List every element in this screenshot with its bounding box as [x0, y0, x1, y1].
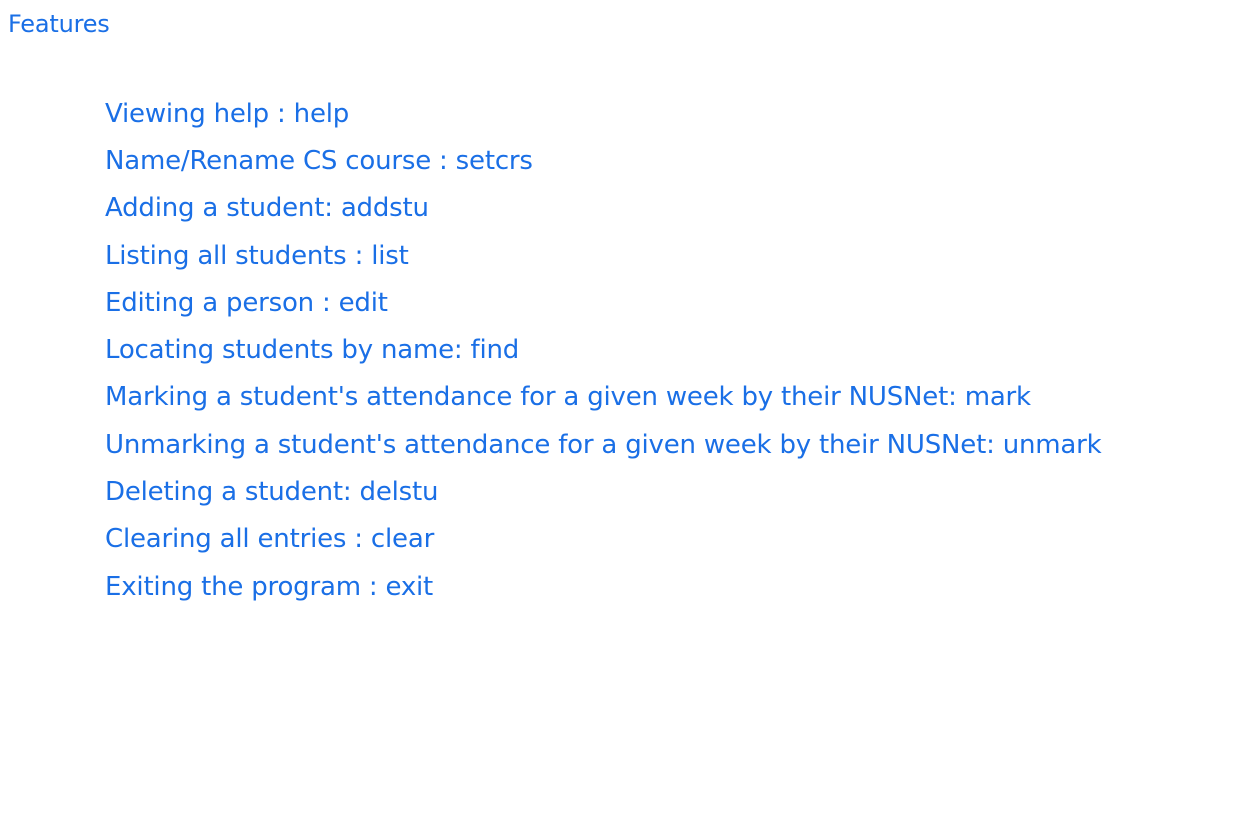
toc-link-mark[interactable]: Marking a student's attendance for a giv…	[105, 381, 1031, 413]
toc-item-edit: Editing a person : edit	[105, 279, 1248, 326]
toc-link-addstu[interactable]: Adding a student: addstu	[105, 192, 429, 224]
toc-link-delstu[interactable]: Deleting a student: delstu	[105, 476, 438, 508]
toc-link-list[interactable]: Listing all students : list	[105, 240, 409, 272]
toc-item-list: Listing all students : list	[105, 232, 1248, 279]
toc-link-find[interactable]: Locating students by name: find	[105, 334, 519, 366]
toc-item-addstu: Adding a student: addstu	[105, 185, 1248, 232]
toc-item-mark: Marking a student's attendance for a giv…	[105, 374, 1248, 421]
toc-features-list: Viewing help : help Name/Rename CS cours…	[8, 90, 1248, 610]
toc-item-unmark: Unmarking a student's attendance for a g…	[105, 421, 1248, 468]
toc-link-viewing-help[interactable]: Viewing help : help	[105, 98, 349, 130]
toc-item-clear: Clearing all entries : clear	[105, 516, 1248, 563]
toc-link-setcrs[interactable]: Name/Rename CS course : setcrs	[105, 145, 533, 177]
toc-item-setcrs: Name/Rename CS course : setcrs	[105, 137, 1248, 184]
toc-link-features[interactable]: Features	[8, 9, 1248, 39]
table-of-contents: Features Viewing help : help Name/Rename…	[8, 0, 1248, 610]
toc-item-exit: Exiting the program : exit	[105, 563, 1248, 610]
toc-item-find: Locating students by name: find	[105, 326, 1248, 373]
toc-link-unmark[interactable]: Unmarking a student's attendance for a g…	[105, 429, 1102, 461]
toc-link-exit[interactable]: Exiting the program : exit	[105, 571, 433, 603]
toc-item-viewing-help: Viewing help : help	[105, 90, 1248, 137]
toc-link-clear[interactable]: Clearing all entries : clear	[105, 523, 434, 555]
toc-item-delstu: Deleting a student: delstu	[105, 468, 1248, 515]
toc-link-edit[interactable]: Editing a person : edit	[105, 287, 388, 319]
